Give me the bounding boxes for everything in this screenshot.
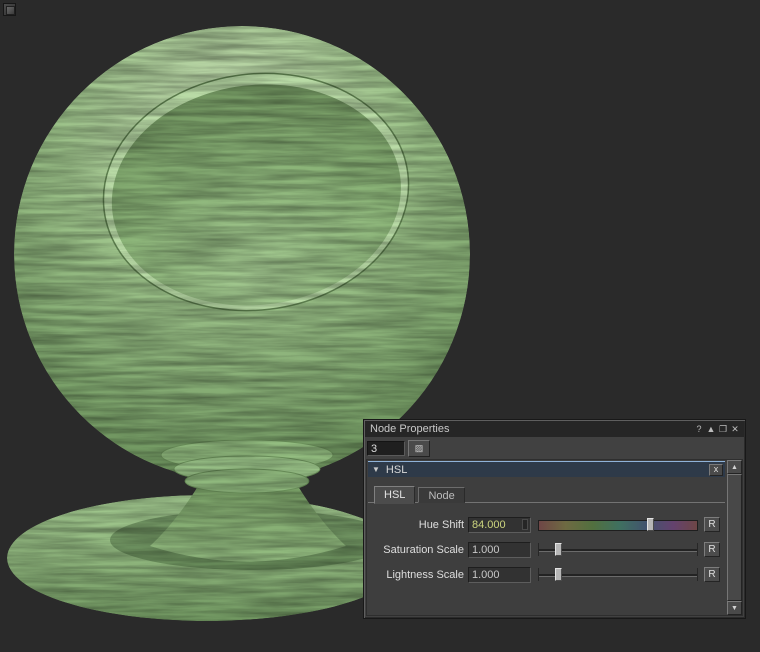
panel-title: Node Properties [370, 423, 450, 435]
reset-button[interactable]: R [704, 517, 720, 532]
panel-toolbar: ▨ [364, 438, 745, 459]
section-title: HSL [385, 463, 408, 476]
slider-handle[interactable] [554, 543, 562, 556]
property-label: Lightness Scale [386, 568, 464, 581]
panel-client-area: ▼ HSL x HSL Node Hue Shift 84.000 R Satu… [366, 459, 743, 616]
tab-strip: HSL Node [368, 485, 725, 504]
property-row-saturation-scale: Saturation Scale 1.000 R [368, 537, 725, 562]
tab-node[interactable]: Node [418, 487, 465, 503]
property-rows: Hue Shift 84.000 R Saturation Scale 1.00… [368, 503, 725, 587]
tab-hsl[interactable]: HSL [374, 486, 416, 504]
property-row-lightness-scale: Lightness Scale 1.000 R [368, 562, 725, 587]
slider-handle[interactable] [647, 518, 654, 531]
lightness-scale-value: 1.000 [472, 568, 500, 581]
saturation-scale-value: 1.000 [472, 543, 500, 556]
node-index-input[interactable] [367, 441, 405, 456]
saturation-scale-value-input[interactable]: 1.000 [468, 541, 531, 558]
property-row-hue-shift: Hue Shift 84.000 R [368, 512, 725, 537]
property-label: Hue Shift [418, 518, 464, 531]
reset-button[interactable]: R [704, 567, 720, 582]
scroll-down-button[interactable]: ▼ [727, 601, 742, 615]
section-close-button[interactable]: x [709, 463, 723, 476]
hue-shift-slider[interactable] [538, 518, 698, 531]
section-header-hsl[interactable]: ▼ HSL x [368, 461, 725, 477]
close-icon[interactable]: ✕ [729, 422, 741, 436]
slider-handle[interactable] [554, 568, 562, 581]
reset-button[interactable]: R [704, 542, 720, 557]
panel-scrollbar[interactable]: ▲ ▼ [727, 460, 742, 615]
toolbar-icon: ▨ [414, 443, 424, 453]
panel-titlebar[interactable]: Node Properties ? ▲ ❐ ✕ [365, 421, 744, 437]
hue-shift-value: 84.000 [472, 518, 506, 531]
saturation-scale-slider[interactable] [538, 543, 698, 556]
app-icon[interactable] [3, 3, 16, 16]
property-label: Saturation Scale [383, 543, 464, 556]
hue-shift-value-input[interactable]: 84.000 [468, 516, 531, 533]
pin-icon[interactable]: ▲ [705, 422, 717, 436]
toolbar-button[interactable]: ▨ [408, 440, 430, 457]
collapse-arrow-icon[interactable]: ▼ [372, 465, 380, 474]
neck-ridge [184, 468, 310, 494]
lightness-scale-value-input[interactable]: 1.000 [468, 566, 531, 583]
help-icon[interactable]: ? [693, 422, 705, 436]
node-properties-panel: Node Properties ? ▲ ❐ ✕ ▨ ▼ HSL x HSL No… [363, 419, 746, 619]
restore-icon[interactable]: ❐ [717, 422, 729, 436]
scrollbar-thumb[interactable] [727, 474, 742, 601]
scroll-up-button[interactable]: ▲ [727, 460, 742, 474]
value-spinner[interactable] [522, 519, 528, 530]
lightness-scale-slider[interactable] [538, 568, 698, 581]
